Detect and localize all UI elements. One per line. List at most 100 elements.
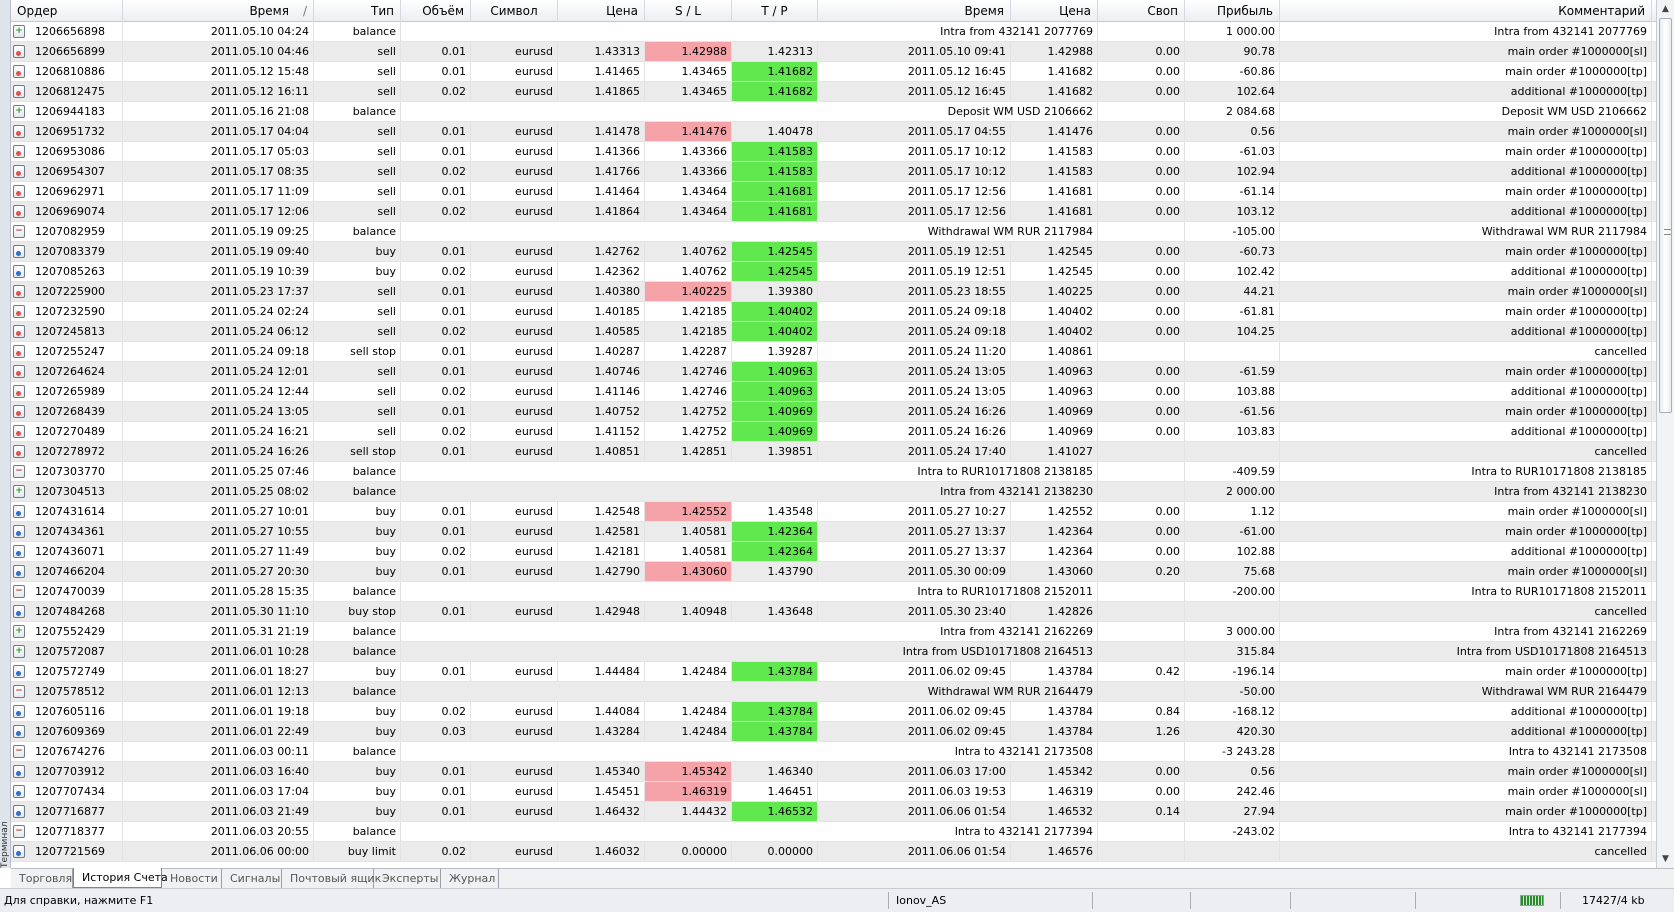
table-row[interactable]: 1207721569 2011.06.06 00:00 buy limit 0.02 e…	[11, 842, 1656, 862]
cell-open-time-col: 2011.05.19 09:25	[123, 222, 314, 241]
table-row[interactable]: 1207085263 2011.05.19 10:39 buy 0.02 eurusd 1…	[11, 262, 1656, 282]
table-row[interactable]: 1207484268 2011.05.30 11:10 buy stop 0.01 eu…	[11, 602, 1656, 622]
table-row[interactable]: 1207270489 2011.05.24 16:21 sell 0.02 eurusd…	[11, 422, 1656, 442]
table-row[interactable]: 1207264624 2011.05.24 12:01 sell 0.01 eurusd…	[11, 362, 1656, 382]
table-row[interactable]: 1207245813 2011.05.24 06:12 sell 0.02 eurusd…	[11, 322, 1656, 342]
table-row[interactable]: 1207278972 2011.05.24 16:26 sell stop 0.01 e…	[11, 442, 1656, 462]
cell-order-col: 1207578512	[31, 682, 123, 701]
cell-sl-col: 1.40225	[645, 282, 732, 301]
table-row[interactable]: 1206962971 2011.05.17 11:09 sell 0.01 eurusd…	[11, 182, 1656, 202]
cell-order-col: 1207436071	[31, 542, 123, 561]
tab-6[interactable]: Журнал	[441, 869, 499, 888]
trade-order-icon	[13, 845, 25, 858]
scroll-down-icon[interactable]: ▼	[1657, 852, 1674, 866]
tab-1[interactable]: История Счета	[73, 868, 168, 888]
table-row[interactable]: 1206656899 2011.05.10 04:46 sell 0.01 eurusd…	[11, 42, 1656, 62]
cell-profit-col: 1 000.00	[1185, 22, 1280, 41]
cell-comment-col: main order #1000000[tp]	[1280, 302, 1652, 321]
cell-type-col: buy	[314, 262, 401, 281]
header-tp-col[interactable]: T / P	[732, 0, 818, 22]
header-open-time-col[interactable]: Время /	[123, 0, 314, 22]
table-row[interactable]: 1206951732 2011.05.17 04:04 sell 0.01 eurusd…	[11, 122, 1656, 142]
header-type-col[interactable]: Тип	[314, 0, 401, 22]
table-row[interactable]: +1206656898 2011.05.10 04:24 balance 1 000.…	[11, 22, 1656, 42]
cell-volume-col: 0.02	[401, 262, 471, 281]
cell-tp-col: 1.43784	[732, 662, 818, 681]
connection-status-icon[interactable]	[1520, 895, 1544, 906]
table-row[interactable]: 1207703912 2011.06.03 16:40 buy 0.01 eurusd 1…	[11, 762, 1656, 782]
cell-balance-description: Intra from 432141 2162269	[401, 622, 1098, 641]
cell-symbol-col: eurusd	[471, 722, 558, 741]
table-row[interactable]: +1206944183 2011.05.16 21:08 balance 2 084.…	[11, 102, 1656, 122]
header-open-price-col[interactable]: Цена	[558, 0, 645, 22]
cell-swap-col: 0.00	[1098, 262, 1185, 281]
header-volume-col[interactable]: Объём	[401, 0, 471, 22]
table-row[interactable]: +1207552429 2011.05.31 21:19 balance 3 000.…	[11, 622, 1656, 642]
header-swap-col[interactable]: Своп	[1098, 0, 1185, 22]
table-row[interactable]: 1207707434 2011.06.03 17:04 buy 0.01 eurusd 1…	[11, 782, 1656, 802]
cell-open-time-col: 2011.05.31 21:19	[123, 622, 314, 641]
tab-2[interactable]: Новости	[162, 869, 222, 888]
table-row[interactable]: 1207225900 2011.05.23 17:37 sell 0.01 eurusd…	[11, 282, 1656, 302]
table-row[interactable]: 1206954307 2011.05.17 08:35 sell 0.02 eurusd…	[11, 162, 1656, 182]
header-profit-col[interactable]: Прибыль	[1185, 0, 1280, 22]
table-row[interactable]: 1206812475 2011.05.12 16:11 sell 0.02 eurusd…	[11, 82, 1656, 102]
table-row[interactable]: −1207303770 2011.05.25 07:46 balance -409.5…	[11, 462, 1656, 482]
table-row[interactable]: 1207083379 2011.05.19 09:40 buy 0.01 eurusd 1…	[11, 242, 1656, 262]
cell-symbol-col: eurusd	[471, 262, 558, 281]
cell-swap-col: 0.00	[1098, 242, 1185, 261]
cell-sl-col: 1.42484	[645, 722, 732, 741]
tab-5[interactable]: Эксперты	[374, 869, 441, 888]
tab-3[interactable]: Сигналы	[222, 869, 282, 888]
cell-swap-col: 0.00	[1098, 302, 1185, 321]
table-row[interactable]: 1206953086 2011.05.17 05:03 sell 0.01 eurusd…	[11, 142, 1656, 162]
table-row[interactable]: 1207466204 2011.05.27 20:30 buy 0.01 eurusd 1…	[11, 562, 1656, 582]
header-close-time-col[interactable]: Время	[818, 0, 1011, 22]
cell-swap-col	[1098, 482, 1185, 501]
table-row[interactable]: +1207304513 2011.05.25 08:02 balance 2 000.…	[11, 482, 1656, 502]
table-row[interactable]: −1207578512 2011.06.01 12:13 balance -50.00…	[11, 682, 1656, 702]
scrollbar-thumb[interactable]	[1659, 18, 1672, 413]
header-close-price-col[interactable]: Цена	[1011, 0, 1098, 22]
table-row[interactable]: −1207082959 2011.05.19 09:25 balance -105.0…	[11, 222, 1656, 242]
table-row[interactable]: 1207436071 2011.05.27 11:49 buy 0.02 eurusd 1…	[11, 542, 1656, 562]
cell-close-time-col: 2011.05.24 13:05	[818, 382, 1011, 401]
tab-0[interactable]: Торговля	[11, 869, 73, 888]
trade-order-icon	[13, 565, 25, 578]
cell-open-price-col: 1.40752	[558, 402, 645, 421]
cell-open-time-col: 2011.05.27 10:01	[123, 502, 314, 521]
scroll-up-icon[interactable]: ▲	[1657, 2, 1674, 16]
cell-order-col: 1207707434	[31, 782, 123, 801]
cell-type-col: buy stop	[314, 602, 401, 621]
table-row[interactable]: 1207716877 2011.06.03 21:49 buy 0.01 eurusd 1…	[11, 802, 1656, 822]
table-row[interactable]: 1207265989 2011.05.24 12:44 sell 0.02 eurusd…	[11, 382, 1656, 402]
vertical-scrollbar[interactable]: ▲ ▼	[1656, 0, 1674, 868]
cell-comment-col: additional #1000000[tp]	[1280, 542, 1652, 561]
header-comment-col[interactable]: Комментарий	[1280, 0, 1652, 22]
table-row[interactable]: 1207572749 2011.06.01 18:27 buy 0.01 eurusd 1…	[11, 662, 1656, 682]
table-row[interactable]: 1207609369 2011.06.01 22:49 buy 0.03 eurusd 1…	[11, 722, 1656, 742]
table-row[interactable]: +1207572087 2011.06.01 10:28 balance 315.84…	[11, 642, 1656, 662]
header-symbol-col[interactable]: Символ	[471, 0, 558, 22]
table-row[interactable]: 1207255247 2011.05.24 09:18 sell stop 0.01 e…	[11, 342, 1656, 362]
header-sl-col[interactable]: S / L	[645, 0, 732, 22]
table-row[interactable]: 1206810886 2011.05.12 15:48 sell 0.01 eurusd…	[11, 62, 1656, 82]
table-row[interactable]: 1207431614 2011.05.27 10:01 buy 0.01 eurusd 1…	[11, 502, 1656, 522]
cell-open-time-col: 2011.05.24 12:01	[123, 362, 314, 381]
table-row[interactable]: −1207470039 2011.05.28 15:35 balance -200.0…	[11, 582, 1656, 602]
cell-close-time-col: 2011.05.17 10:12	[818, 142, 1011, 161]
cell-sl-col: 1.42851	[645, 442, 732, 461]
tab-4[interactable]: Почтовый ящик	[282, 869, 381, 888]
table-row[interactable]: 1207268439 2011.05.24 13:05 sell 0.01 eurusd…	[11, 402, 1656, 422]
cell-type-col: sell	[314, 422, 401, 441]
table-row[interactable]: 1207605116 2011.06.01 19:18 buy 0.02 eurusd 1…	[11, 702, 1656, 722]
cell-order-col: 1206962971	[31, 182, 123, 201]
table-row[interactable]: −1207674276 2011.06.03 00:11 balance -3 243…	[11, 742, 1656, 762]
header-order-col[interactable]: Ордер	[11, 0, 123, 22]
table-row[interactable]: 1206969074 2011.05.17 12:06 sell 0.02 eurusd…	[11, 202, 1656, 222]
table-row[interactable]: −1207718377 2011.06.03 20:55 balance -243.0…	[11, 822, 1656, 842]
table-row[interactable]: 1207232590 2011.05.24 02:24 sell 0.01 eurusd…	[11, 302, 1656, 322]
cell-sl-col: 1.42988	[645, 42, 732, 61]
cell-close-price-col: 1.42545	[1011, 262, 1098, 281]
table-row[interactable]: 1207434361 2011.05.27 10:55 buy 0.01 eurusd 1…	[11, 522, 1656, 542]
